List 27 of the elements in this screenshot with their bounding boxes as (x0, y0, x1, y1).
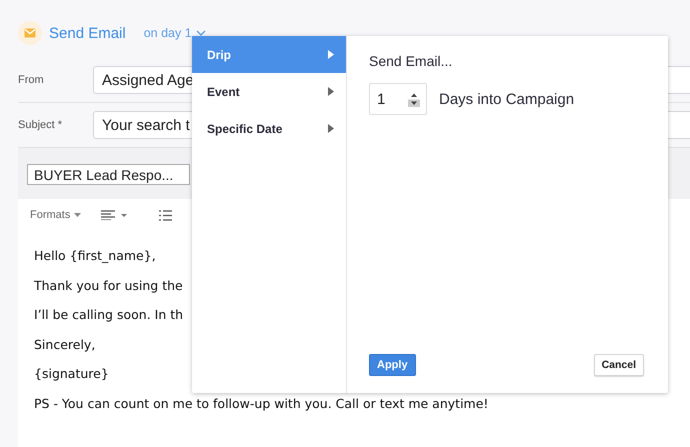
submenu-arrow-icon (328, 124, 334, 133)
email-icon (18, 21, 42, 45)
submenu-arrow-icon (328, 87, 334, 96)
spinner-arrows-icon[interactable] (408, 91, 420, 107)
body-text: I’ll be calling soon. In th (34, 307, 184, 322)
body-text: Sincerely, (34, 336, 96, 352)
days-label: Days into Campaign (439, 90, 574, 108)
field-label: From (18, 74, 44, 86)
submenu-arrow-icon (328, 50, 334, 59)
caret-icon (74, 213, 82, 217)
field-label: Subject (18, 119, 55, 131)
menu-item[interactable]: Event (192, 73, 346, 110)
template-select[interactable]: BUYER Lead Respo... (27, 164, 190, 185)
menu-item[interactable]: Specific Date (192, 110, 346, 147)
body-text: Thank you for using the (34, 278, 183, 292)
panel-heading: Send Email... (369, 53, 454, 69)
formats-dropdown[interactable]: Formats (30, 209, 82, 221)
days-spinner[interactable]: 1 (369, 83, 427, 115)
required-mark: * (58, 119, 62, 131)
body-text: {signature} (34, 366, 109, 381)
apply-button[interactable]: Apply (369, 354, 416, 376)
body-text: Hello {first_name}, (34, 248, 156, 263)
bullet-list-icon[interactable] (159, 210, 172, 220)
body-text: PS - You can count on me to follow-up with you. Call or text me anytime! (34, 396, 488, 410)
chevron-icon[interactable] (196, 30, 206, 36)
action-title: Send Email (49, 24, 126, 42)
cancel-button[interactable]: Cancel (594, 354, 644, 376)
